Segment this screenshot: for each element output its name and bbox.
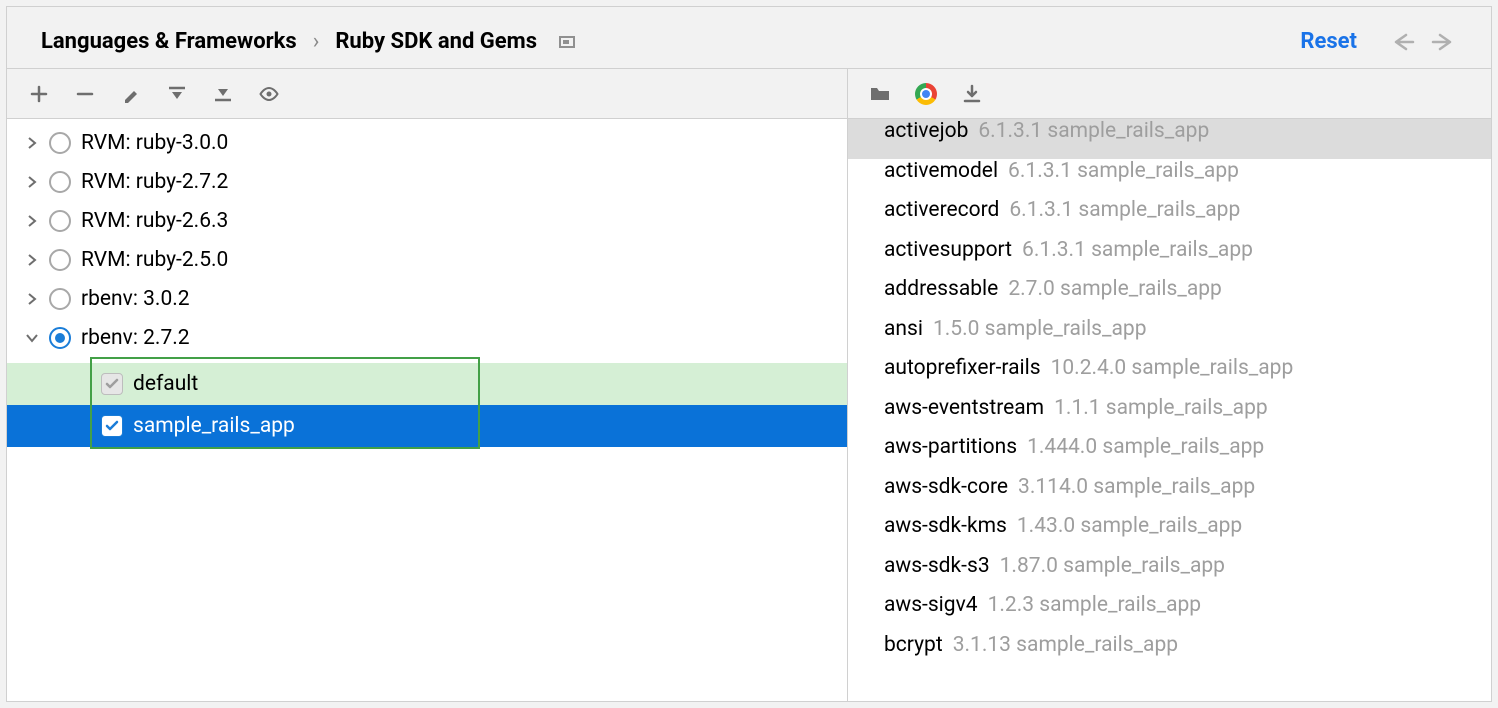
sdk-radio[interactable] <box>49 327 71 349</box>
sdk-row[interactable]: RVM: ruby-2.6.3 <box>7 201 847 240</box>
gem-meta: 1.43.0 sample_rails_app <box>1017 514 1242 538</box>
sdk-tree[interactable]: RVM: ruby-3.0.0 RVM: ruby-2.7.2 RVM: rub… <box>7 119 847 701</box>
gem-row[interactable]: ansi 1.5.0 sample_rails_app <box>848 317 1491 357</box>
gem-row[interactable]: aws-sdk-core 3.114.0 sample_rails_app <box>848 475 1491 515</box>
expand-window-icon[interactable] <box>559 36 575 48</box>
chevron-right-icon[interactable] <box>25 136 39 150</box>
sdk-label: rbenv: 3.0.2 <box>81 287 190 311</box>
download-icon[interactable] <box>960 82 984 106</box>
sdk-radio[interactable] <box>49 171 71 193</box>
sdk-label: rbenv: 2.7.2 <box>81 326 190 350</box>
sdk-row[interactable]: rbenv: 2.7.2 <box>7 318 847 357</box>
gem-name: aws-sdk-s3 <box>884 554 990 578</box>
sdk-row[interactable]: rbenv: 3.0.2 <box>7 279 847 318</box>
gem-meta: 6.1.3.1 sample_rails_app <box>1009 198 1240 222</box>
gemset-label: default <box>133 372 198 396</box>
remove-sdk-button[interactable] <box>73 82 97 106</box>
gem-name: activejob <box>884 119 968 143</box>
settings-window: Languages & Frameworks › Ruby SDK and Ge… <box>6 6 1492 702</box>
gem-name: autoprefixer-rails <box>884 356 1041 380</box>
gem-meta: 6.1.3.1 sample_rails_app <box>1008 159 1239 183</box>
gem-name: aws-eventstream <box>884 396 1044 420</box>
gems-panel: activejob 6.1.3.1 sample_rails_app active… <box>847 68 1491 701</box>
sdk-radio[interactable] <box>49 210 71 232</box>
gem-row[interactable]: activerecord 6.1.3.1 sample_rails_app <box>848 198 1491 238</box>
gem-name: aws-sigv4 <box>884 593 978 617</box>
sdk-toolbar <box>7 69 847 119</box>
chevron-right-icon[interactable] <box>25 175 39 189</box>
sdk-label: RVM: ruby-2.6.3 <box>81 209 228 233</box>
gem-row[interactable]: bcrypt 3.1.13 sample_rails_app <box>848 633 1491 673</box>
chevron-down-icon[interactable] <box>25 331 39 345</box>
gem-meta: 3.114.0 sample_rails_app <box>1018 475 1255 499</box>
gemset-checkbox-disabled <box>101 373 123 395</box>
gem-name: aws-sdk-core <box>884 475 1008 499</box>
move-down-button[interactable] <box>211 82 235 106</box>
sdk-label: RVM: ruby-2.5.0 <box>81 248 228 272</box>
nav-forward-button[interactable] <box>1429 31 1457 53</box>
gem-meta: 1.5.0 sample_rails_app <box>933 317 1147 341</box>
gem-name: activemodel <box>884 159 998 183</box>
gem-name: bcrypt <box>884 633 943 657</box>
breadcrumb-sep-icon: › <box>313 29 320 54</box>
sdk-label: RVM: ruby-3.0.0 <box>81 131 228 155</box>
sdk-radio[interactable] <box>49 132 71 154</box>
gem-meta: 6.1.3.1 sample_rails_app <box>978 119 1209 143</box>
gems-list[interactable]: activejob 6.1.3.1 sample_rails_app active… <box>848 119 1491 701</box>
add-sdk-button[interactable] <box>27 82 51 106</box>
gem-meta: 3.1.13 sample_rails_app <box>953 633 1178 657</box>
sdk-panel: RVM: ruby-3.0.0 RVM: ruby-2.7.2 RVM: rub… <box>7 68 847 701</box>
sdk-radio[interactable] <box>49 288 71 310</box>
gem-name: activerecord <box>884 198 999 222</box>
folder-icon[interactable] <box>868 82 892 106</box>
sdk-label: RVM: ruby-2.7.2 <box>81 170 228 194</box>
gem-row[interactable]: autoprefixer-rails 10.2.4.0 sample_rails_… <box>848 356 1491 396</box>
gem-row[interactable]: activesupport 6.1.3.1 sample_rails_app <box>848 238 1491 278</box>
chevron-right-icon[interactable] <box>25 214 39 228</box>
gem-row[interactable]: addressable 2.7.0 sample_rails_app <box>848 277 1491 317</box>
gemset-label: sample_rails_app <box>133 414 295 438</box>
gemset-row-app[interactable]: sample_rails_app <box>7 405 847 447</box>
breadcrumb-root[interactable]: Languages & Frameworks <box>41 29 297 54</box>
content: RVM: ruby-3.0.0 RVM: ruby-2.7.2 RVM: rub… <box>7 68 1491 701</box>
gem-row[interactable]: aws-partitions 1.444.0 sample_rails_app <box>848 435 1491 475</box>
gem-name: aws-partitions <box>884 435 1017 459</box>
chevron-right-icon[interactable] <box>25 253 39 267</box>
gem-row[interactable]: aws-sdk-s3 1.87.0 sample_rails_app <box>848 554 1491 594</box>
gem-row[interactable]: activemodel 6.1.3.1 sample_rails_app <box>848 159 1491 199</box>
gem-name: aws-sdk-kms <box>884 514 1007 538</box>
sdk-row[interactable]: RVM: ruby-3.0.0 <box>7 123 847 162</box>
sdk-row[interactable]: RVM: ruby-2.5.0 <box>7 240 847 279</box>
gem-name: activesupport <box>884 238 1012 262</box>
gem-meta: 1.1.1 sample_rails_app <box>1054 396 1268 420</box>
gem-name: addressable <box>884 277 998 301</box>
sdk-row[interactable]: RVM: ruby-2.7.2 <box>7 162 847 201</box>
gems-toolbar <box>848 69 1491 119</box>
nav-back-button[interactable] <box>1389 31 1417 53</box>
gem-meta: 2.7.0 sample_rails_app <box>1008 277 1222 301</box>
chrome-icon[interactable] <box>914 82 938 106</box>
gem-meta: 1.87.0 sample_rails_app <box>1000 554 1225 578</box>
reset-button[interactable]: Reset <box>1300 29 1357 54</box>
gem-meta: 1.444.0 sample_rails_app <box>1027 435 1264 459</box>
sdk-radio[interactable] <box>49 249 71 271</box>
gemset-row-default[interactable]: default <box>7 363 847 405</box>
gem-meta: 10.2.4.0 sample_rails_app <box>1051 356 1294 380</box>
gem-name: ansi <box>884 317 923 341</box>
gem-meta: 6.1.3.1 sample_rails_app <box>1022 238 1253 262</box>
gem-row[interactable]: aws-eventstream 1.1.1 sample_rails_app <box>848 396 1491 436</box>
gem-row[interactable]: activejob 6.1.3.1 sample_rails_app <box>848 119 1491 159</box>
move-up-button[interactable] <box>165 82 189 106</box>
breadcrumb-current: Ruby SDK and Gems <box>335 29 537 54</box>
gem-row[interactable]: aws-sigv4 1.2.3 sample_rails_app <box>848 593 1491 633</box>
chevron-right-icon[interactable] <box>25 292 39 306</box>
edit-sdk-button[interactable] <box>119 82 143 106</box>
show-sdk-button[interactable] <box>257 82 281 106</box>
gem-meta: 1.2.3 sample_rails_app <box>988 593 1202 617</box>
breadcrumb: Languages & Frameworks › Ruby SDK and Ge… <box>41 29 1288 54</box>
gemset-checkbox[interactable] <box>101 415 123 437</box>
gem-row[interactable]: aws-sdk-kms 1.43.0 sample_rails_app <box>848 514 1491 554</box>
header: Languages & Frameworks › Ruby SDK and Ge… <box>7 7 1491 68</box>
